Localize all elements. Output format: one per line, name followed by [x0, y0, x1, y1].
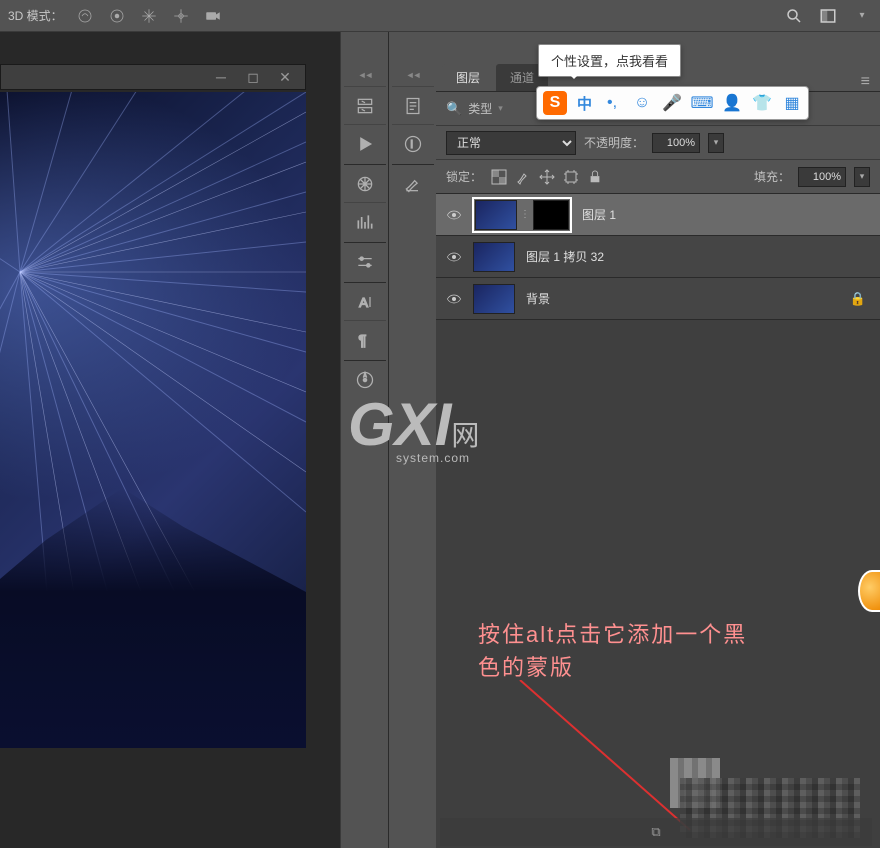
layer-row[interactable]: 图层 1 拷贝 32	[436, 236, 880, 278]
mode-icon-3[interactable]	[139, 6, 159, 26]
compass-icon[interactable]	[344, 360, 386, 398]
ime-face-icon[interactable]: ☺	[632, 93, 652, 113]
fill-input[interactable]	[798, 167, 846, 187]
lock-label: 锁定：	[446, 168, 482, 185]
annotation-text: 按住alt点击它添加一个黑 色的蒙版	[478, 618, 747, 684]
layer-panel-footer: ⧉	[440, 818, 872, 846]
wheel-icon[interactable]	[344, 164, 386, 202]
lock-artboard-icon[interactable]	[562, 168, 580, 186]
panel-menu-icon[interactable]: ≡	[861, 73, 870, 91]
ime-tooltip: 个性设置，点我看看	[538, 44, 681, 77]
ime-lang[interactable]: 中	[577, 93, 592, 114]
layer-thumbnail[interactable]	[473, 242, 515, 272]
workspace-icon[interactable]	[818, 6, 838, 26]
layer-thumbnail[interactable]	[475, 200, 517, 230]
layer-row[interactable]: 背景 🔒	[436, 278, 880, 320]
mode-label: 3D 模式：	[8, 7, 63, 24]
fill-label: 填充：	[754, 168, 790, 185]
properties-icon[interactable]	[392, 86, 434, 124]
collapse-icon[interactable]: ◄◄	[358, 70, 372, 80]
opacity-chevron-icon[interactable]: ▾	[708, 133, 724, 153]
ime-toolbar[interactable]: S 中 •, ☺ 🎤 ⌨ 👤 👕 ▦	[536, 86, 809, 120]
ime-mic-icon[interactable]: 🎤	[662, 93, 682, 113]
camera-icon[interactable]	[203, 6, 223, 26]
ime-logo[interactable]: S	[543, 91, 567, 115]
lock-row: 锁定： 填充： ▾	[436, 160, 880, 194]
tab-layers[interactable]: 图层	[442, 64, 494, 91]
maximize-button[interactable]: ◻	[237, 66, 269, 88]
blend-mode-row: 正常 不透明度： ▾	[436, 126, 880, 160]
filter-type-label[interactable]: 类型	[468, 100, 492, 117]
visibility-toggle[interactable]	[436, 251, 472, 263]
ime-punct-icon[interactable]: •,	[602, 93, 622, 113]
link-layers-icon[interactable]: ⧉	[651, 824, 660, 840]
lock-icon: 🔒	[850, 291, 866, 307]
svg-text:A: A	[359, 295, 368, 310]
tool-strip-left: ◄◄ A ¶	[340, 32, 388, 848]
search-icon[interactable]: 🔍	[446, 101, 462, 117]
tool-strip-right: ◄◄ i	[388, 32, 436, 848]
visibility-toggle[interactable]	[436, 209, 472, 221]
layer-row[interactable]: ⋮ 图层 1	[436, 194, 880, 236]
layer-name[interactable]: 背景	[526, 290, 550, 307]
lock-position-icon[interactable]	[538, 168, 556, 186]
orange-badge	[858, 570, 880, 612]
info-icon[interactable]: i	[392, 124, 434, 162]
document-window-bar: ─ ◻ ✕	[0, 64, 306, 90]
paragraph-icon[interactable]: ¶	[344, 320, 386, 358]
svg-text:¶: ¶	[358, 332, 366, 349]
document-area: ─ ◻ ✕	[0, 32, 340, 848]
fill-chevron-icon[interactable]: ▾	[854, 167, 870, 187]
layer-thumbnail[interactable]	[473, 284, 515, 314]
mode-icon-1[interactable]	[75, 6, 95, 26]
mode-icon-4[interactable]	[171, 6, 191, 26]
text-a-icon[interactable]: A	[344, 282, 386, 320]
play-icon[interactable]	[344, 124, 386, 162]
chevron-down-icon: ▾	[498, 103, 503, 114]
visibility-toggle[interactable]	[436, 293, 472, 305]
ime-keyboard-icon[interactable]: ⌨	[692, 93, 712, 113]
blend-mode-select[interactable]: 正常	[446, 131, 576, 155]
ime-user-icon[interactable]: 👤	[722, 93, 742, 113]
ime-skin-icon[interactable]: 👕	[752, 93, 772, 113]
layers-panel: 图层 通道 ≡ 🔍 类型 ▾ 正常 不透明度： ▾ 锁定：	[436, 32, 880, 848]
mask-link-icon[interactable]: ⋮	[519, 200, 531, 230]
layers-list: ⋮ 图层 1 图层 1 拷贝 32 背景 🔒	[436, 194, 880, 848]
history-icon[interactable]	[344, 86, 386, 124]
top-options-bar: 3D 模式： ▾	[0, 0, 880, 32]
sliders-icon[interactable]	[344, 242, 386, 280]
search-icon[interactable]	[784, 6, 804, 26]
close-button[interactable]: ✕	[269, 66, 301, 88]
lock-transparent-icon[interactable]	[490, 168, 508, 186]
chevron-down-icon[interactable]: ▾	[852, 6, 872, 26]
opacity-label: 不透明度：	[584, 134, 644, 151]
layer-name[interactable]: 图层 1 拷贝 32	[526, 248, 604, 265]
histogram-icon[interactable]	[344, 202, 386, 240]
opacity-input[interactable]	[652, 133, 700, 153]
ime-toolbox-icon[interactable]: ▦	[782, 93, 802, 113]
layer-mask-thumbnail[interactable]	[533, 200, 569, 230]
mode-icon-2[interactable]	[107, 6, 127, 26]
minimize-button[interactable]: ─	[205, 66, 237, 88]
layer-name[interactable]: 图层 1	[582, 206, 616, 223]
lock-image-icon[interactable]	[514, 168, 532, 186]
lock-all-icon[interactable]	[586, 168, 604, 186]
collapse-icon[interactable]: ◄◄	[406, 70, 420, 80]
svg-text:i: i	[410, 139, 412, 151]
canvas[interactable]	[0, 92, 306, 748]
brush-preset-icon[interactable]	[392, 164, 434, 202]
